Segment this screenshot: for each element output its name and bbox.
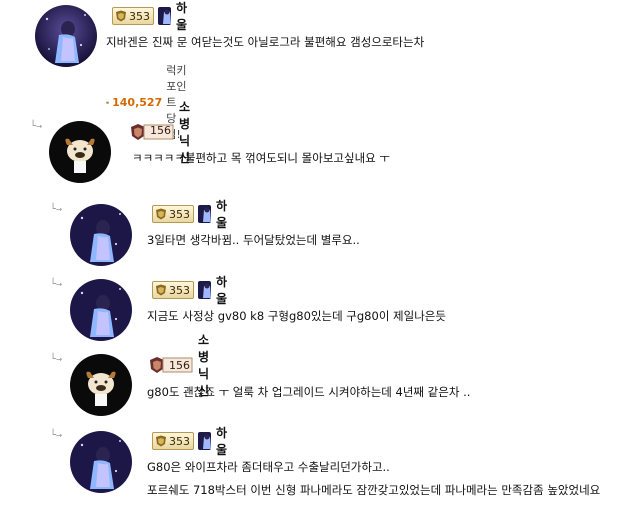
level-badge: 353: [152, 281, 194, 299]
reply-arrow-icon: └→: [30, 121, 43, 132]
reply-arrow-icon: └→: [50, 430, 63, 441]
comment-text: ㅋㅋㅋㅋㅋ불편하고 목 꺾여도되니 몰아보고싶내요 ㅜ: [132, 151, 390, 165]
points-value: 140,527: [112, 95, 163, 109]
avatar-howl-image: [70, 431, 132, 493]
reply-arrow-icon: └→: [50, 354, 63, 365]
comment-text: G80은 와이프차라 좀더태우고 수출날리던가하고..: [147, 460, 390, 474]
member-badge-icon: [198, 281, 212, 299]
comment-text: 지금도 사정상 gv80 k8 구형g80있는데 구g80이 제일나은듯: [147, 309, 446, 323]
comment-meta: 156 소병닉신: [149, 333, 209, 398]
reply-arrow-icon: └→: [50, 279, 63, 290]
member-badge-icon: [198, 205, 212, 223]
comment-text: g80도 괜찮죠 ㅜ 얼룩 차 업그레이드 시켜야하는데 4년째 같은차 ..: [147, 385, 471, 399]
comment-meta: 353 하울: [112, 1, 192, 32]
level-number: 353: [169, 283, 190, 297]
level-badge: 353: [112, 7, 154, 25]
level-badge: 156: [149, 357, 193, 373]
level-crest-icon: [156, 284, 166, 296]
level-number: 156: [169, 359, 190, 372]
member-badge-icon: [198, 432, 212, 450]
level-badge: 353: [152, 432, 194, 450]
avatar[interactable]: [70, 279, 132, 341]
comment-meta: 353 하울: [152, 275, 232, 306]
comment-text: 3일타면 생각바뀜.. 두어달탔었는데 별루요..: [147, 233, 360, 247]
gift-icon: [106, 101, 109, 104]
avatar[interactable]: [49, 121, 111, 183]
avatar-dog-image: [70, 354, 132, 416]
comment-meta: 156 소병닉신: [130, 100, 190, 165]
level-number: 353: [169, 434, 190, 448]
level-number: 353: [129, 9, 150, 23]
level-badge: 353: [152, 205, 194, 223]
avatar[interactable]: [70, 354, 132, 416]
avatar-howl-image: [70, 204, 132, 266]
avatar[interactable]: [35, 5, 97, 67]
nickname[interactable]: 하울: [216, 197, 232, 231]
member-badge-icon: [158, 7, 172, 25]
nickname[interactable]: 하울: [216, 424, 232, 458]
avatar[interactable]: [70, 204, 132, 266]
avatar-dog-image: [49, 121, 111, 183]
level-crest-icon: [116, 10, 126, 22]
level-crest-icon: [156, 435, 166, 447]
level-crest-icon: [156, 208, 166, 220]
reply-arrow-icon: └→: [50, 204, 63, 215]
avatar-howl-image: [35, 5, 97, 67]
comment-meta: 353 하울: [152, 426, 232, 457]
comment-text: 포르쉐도 718박스터 이번 신형 파나메라도 잠깐갖고있었는데 파나메라는 만…: [147, 483, 601, 497]
avatar[interactable]: [70, 431, 132, 493]
level-number: 156: [150, 124, 171, 137]
comment-meta: 353 하울: [152, 199, 232, 230]
comment-text: 지바겐은 진짜 문 여닫는것도 아닐로그라 불편해요 갬성으로타는차: [106, 35, 425, 49]
nickname[interactable]: 하울: [216, 273, 232, 307]
level-number: 353: [169, 207, 190, 221]
nickname[interactable]: 하울: [176, 0, 192, 33]
avatar-howl-image: [70, 279, 132, 341]
level-badge: 156: [130, 124, 174, 140]
